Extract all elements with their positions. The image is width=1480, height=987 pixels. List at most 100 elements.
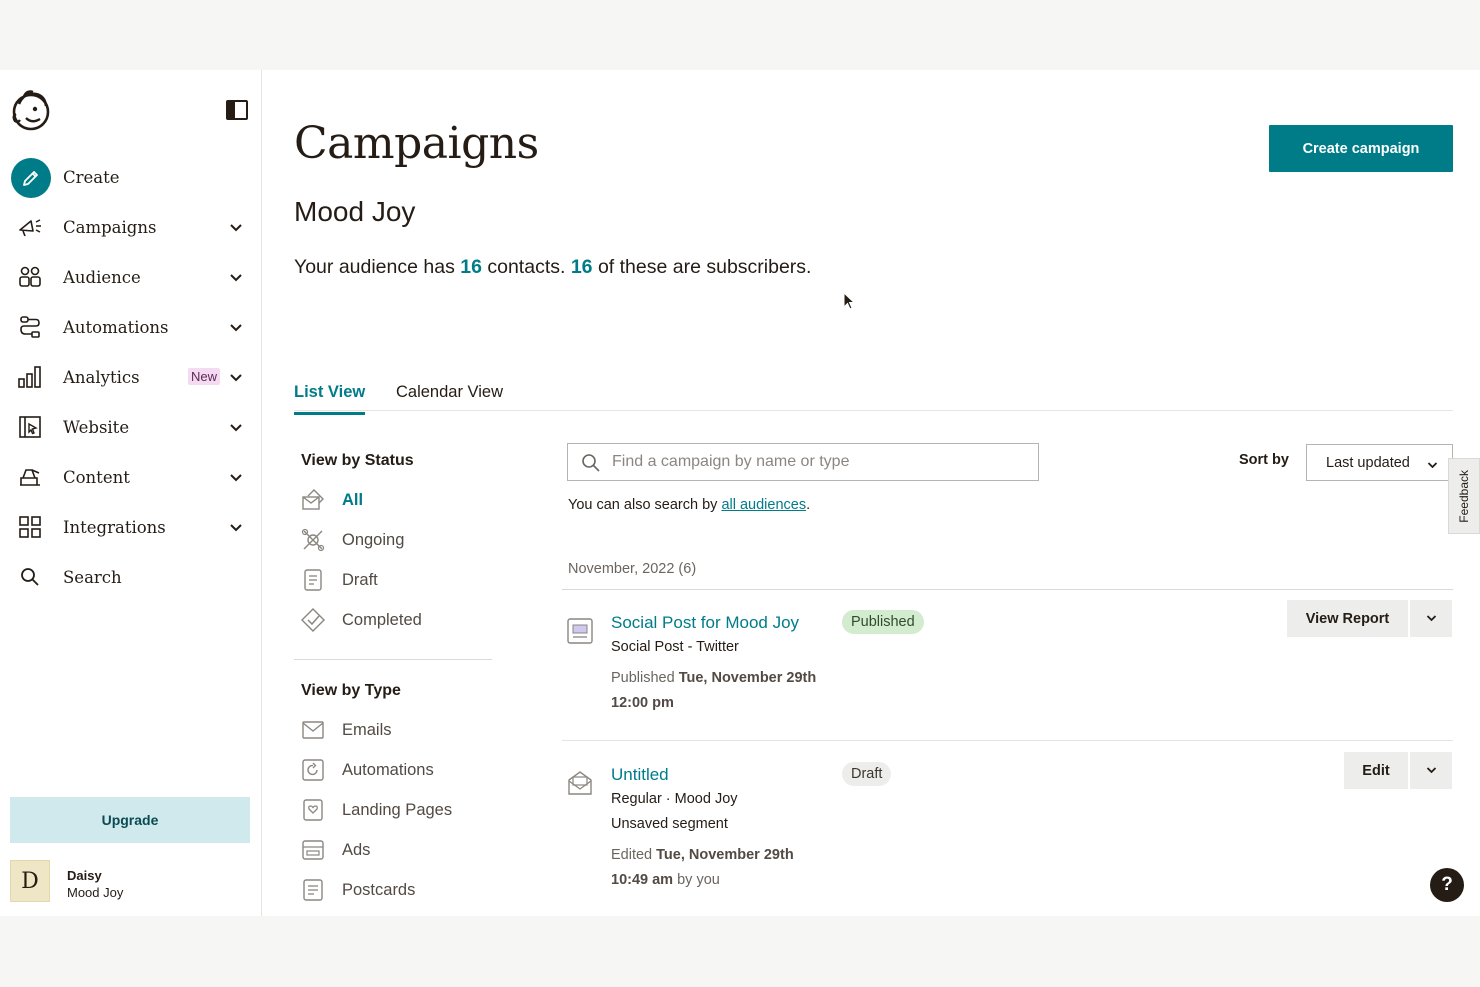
landing-page-icon: [300, 797, 326, 823]
page-title: Campaigns: [294, 118, 539, 169]
filter-status-ongoing[interactable]: Ongoing: [300, 525, 490, 555]
status-heading: View by Status: [301, 452, 414, 469]
sidebar-item-label: Content: [63, 467, 130, 487]
chevron-down-icon[interactable]: [229, 371, 243, 383]
user-profile[interactable]: D Daisy Mood Joy: [10, 860, 250, 904]
filter-status-all[interactable]: All: [300, 485, 490, 515]
upgrade-button[interactable]: Upgrade: [10, 797, 250, 843]
divider: [562, 740, 1453, 741]
filter-type-ads[interactable]: Ads: [300, 835, 490, 865]
sidebar-item-content[interactable]: Content: [0, 452, 262, 502]
all-campaigns-icon: [300, 487, 326, 513]
month-group-label: November, 2022 (6): [568, 561, 697, 577]
filter-status-draft[interactable]: Draft: [300, 565, 490, 595]
campaign-date: Edited Tue, November 29th: [611, 847, 794, 863]
sidebar-item-analytics[interactable]: Analytics New: [0, 352, 262, 402]
chevron-down-icon[interactable]: [229, 221, 243, 233]
ads-icon: [300, 837, 326, 863]
mailchimp-logo-icon[interactable]: [10, 88, 52, 132]
profile-name: Daisy: [67, 868, 102, 883]
search-hint: You can also search by all audiences.: [568, 497, 811, 513]
sidebar-item-label: Automations: [63, 317, 169, 337]
sidebar: Create Campaigns Audience Automations An…: [0, 70, 262, 916]
audience-name: Mood Joy: [294, 196, 416, 227]
chevron-down-icon[interactable]: [229, 271, 243, 283]
chevron-down-icon[interactable]: [229, 521, 243, 533]
megaphone-icon: [16, 214, 44, 240]
audience-summary: Your audience has 16 contacts. 16 of the…: [294, 256, 812, 278]
help-button[interactable]: ?: [1430, 868, 1464, 902]
sidebar-item-create[interactable]: Create: [0, 152, 262, 202]
campaign-actions: Edit: [1344, 752, 1452, 789]
divider: [562, 589, 1453, 590]
email-campaign-icon: [567, 769, 593, 797]
email-icon: [300, 717, 326, 743]
pencil-icon: [11, 158, 51, 198]
sidebar-item-label: Integrations: [63, 517, 166, 537]
search-icon: [16, 564, 44, 590]
view-report-button[interactable]: View Report: [1287, 600, 1408, 637]
chevron-down-icon[interactable]: [229, 421, 243, 433]
filter-status-completed[interactable]: Completed: [300, 605, 490, 635]
feedback-tab[interactable]: Feedback: [1448, 458, 1480, 534]
automations-icon: [16, 314, 44, 340]
sidebar-item-integrations[interactable]: Integrations: [0, 502, 262, 552]
edit-button[interactable]: Edit: [1344, 752, 1408, 789]
campaign-date: Published Tue, November 29th: [611, 670, 817, 686]
sidebar-item-audience[interactable]: Audience: [0, 252, 262, 302]
subscribers-count[interactable]: 16: [571, 256, 593, 278]
sort-value: Last updated: [1326, 454, 1410, 471]
chevron-down-icon[interactable]: [229, 471, 243, 483]
view-tabs: List View Calendar View: [294, 373, 1453, 415]
campaign-type: Social Post - Twitter: [611, 639, 739, 655]
status-badge: Published: [842, 610, 924, 634]
campaign-name-link[interactable]: Untitled: [611, 765, 669, 785]
contacts-count[interactable]: 16: [460, 256, 482, 278]
create-campaign-button[interactable]: Create campaign: [1269, 125, 1453, 172]
profile-org: Mood Joy: [67, 885, 124, 900]
filter-type-postcards[interactable]: Postcards: [300, 875, 490, 905]
postcard-icon: [300, 877, 326, 903]
avatar: D: [10, 860, 50, 902]
website-icon: [16, 414, 44, 440]
campaign-time: 10:49 am by you: [611, 872, 720, 888]
campaign-actions: View Report: [1287, 600, 1452, 637]
ongoing-icon: [300, 527, 326, 553]
all-audiences-link[interactable]: all audiences: [721, 497, 806, 513]
collapse-sidebar-icon[interactable]: [226, 100, 248, 120]
main-content: Campaigns Create campaign Mood Joy Your …: [262, 70, 1480, 916]
sort-label: Sort by: [1239, 452, 1289, 468]
sidebar-item-campaigns[interactable]: Campaigns: [0, 202, 262, 252]
sidebar-item-label: Campaigns: [63, 217, 157, 237]
filter-divider: [294, 659, 492, 660]
filter-type-emails[interactable]: Emails: [300, 715, 490, 745]
sidebar-item-automations[interactable]: Automations: [0, 302, 262, 352]
tab-calendar-view[interactable]: Calendar View: [396, 383, 503, 412]
search-icon: [580, 452, 602, 474]
campaign-segment: Unsaved segment: [611, 816, 728, 832]
sidebar-item-label: Create: [63, 167, 120, 187]
mouse-cursor-icon: [843, 291, 857, 317]
chevron-down-icon: [1427, 458, 1438, 474]
campaign-search: [567, 443, 1039, 481]
chevron-down-icon[interactable]: [229, 321, 243, 333]
sidebar-item-website[interactable]: Website: [0, 402, 262, 452]
bar-chart-icon: [16, 364, 44, 390]
filter-type-landing-pages[interactable]: Landing Pages: [300, 795, 490, 825]
filter-type-automations[interactable]: Automations: [300, 755, 490, 785]
actions-dropdown-button[interactable]: [1409, 752, 1452, 789]
draft-icon: [300, 567, 326, 593]
campaign-time: 12:00 pm: [611, 695, 674, 711]
automation-type-icon: [300, 757, 326, 783]
completed-icon: [300, 607, 326, 633]
tab-list-view[interactable]: List View: [294, 383, 366, 415]
type-heading: View by Type: [301, 682, 401, 699]
actions-dropdown-button[interactable]: [1409, 600, 1452, 637]
sidebar-item-label: Website: [63, 417, 130, 437]
search-input[interactable]: [612, 453, 1012, 471]
sidebar-item-label: Audience: [63, 267, 141, 287]
sort-select[interactable]: Last updated: [1306, 444, 1453, 481]
campaign-name-link[interactable]: Social Post for Mood Joy: [611, 613, 799, 633]
sidebar-item-search[interactable]: Search: [0, 552, 262, 602]
sidebar-item-label: Search: [63, 567, 122, 587]
